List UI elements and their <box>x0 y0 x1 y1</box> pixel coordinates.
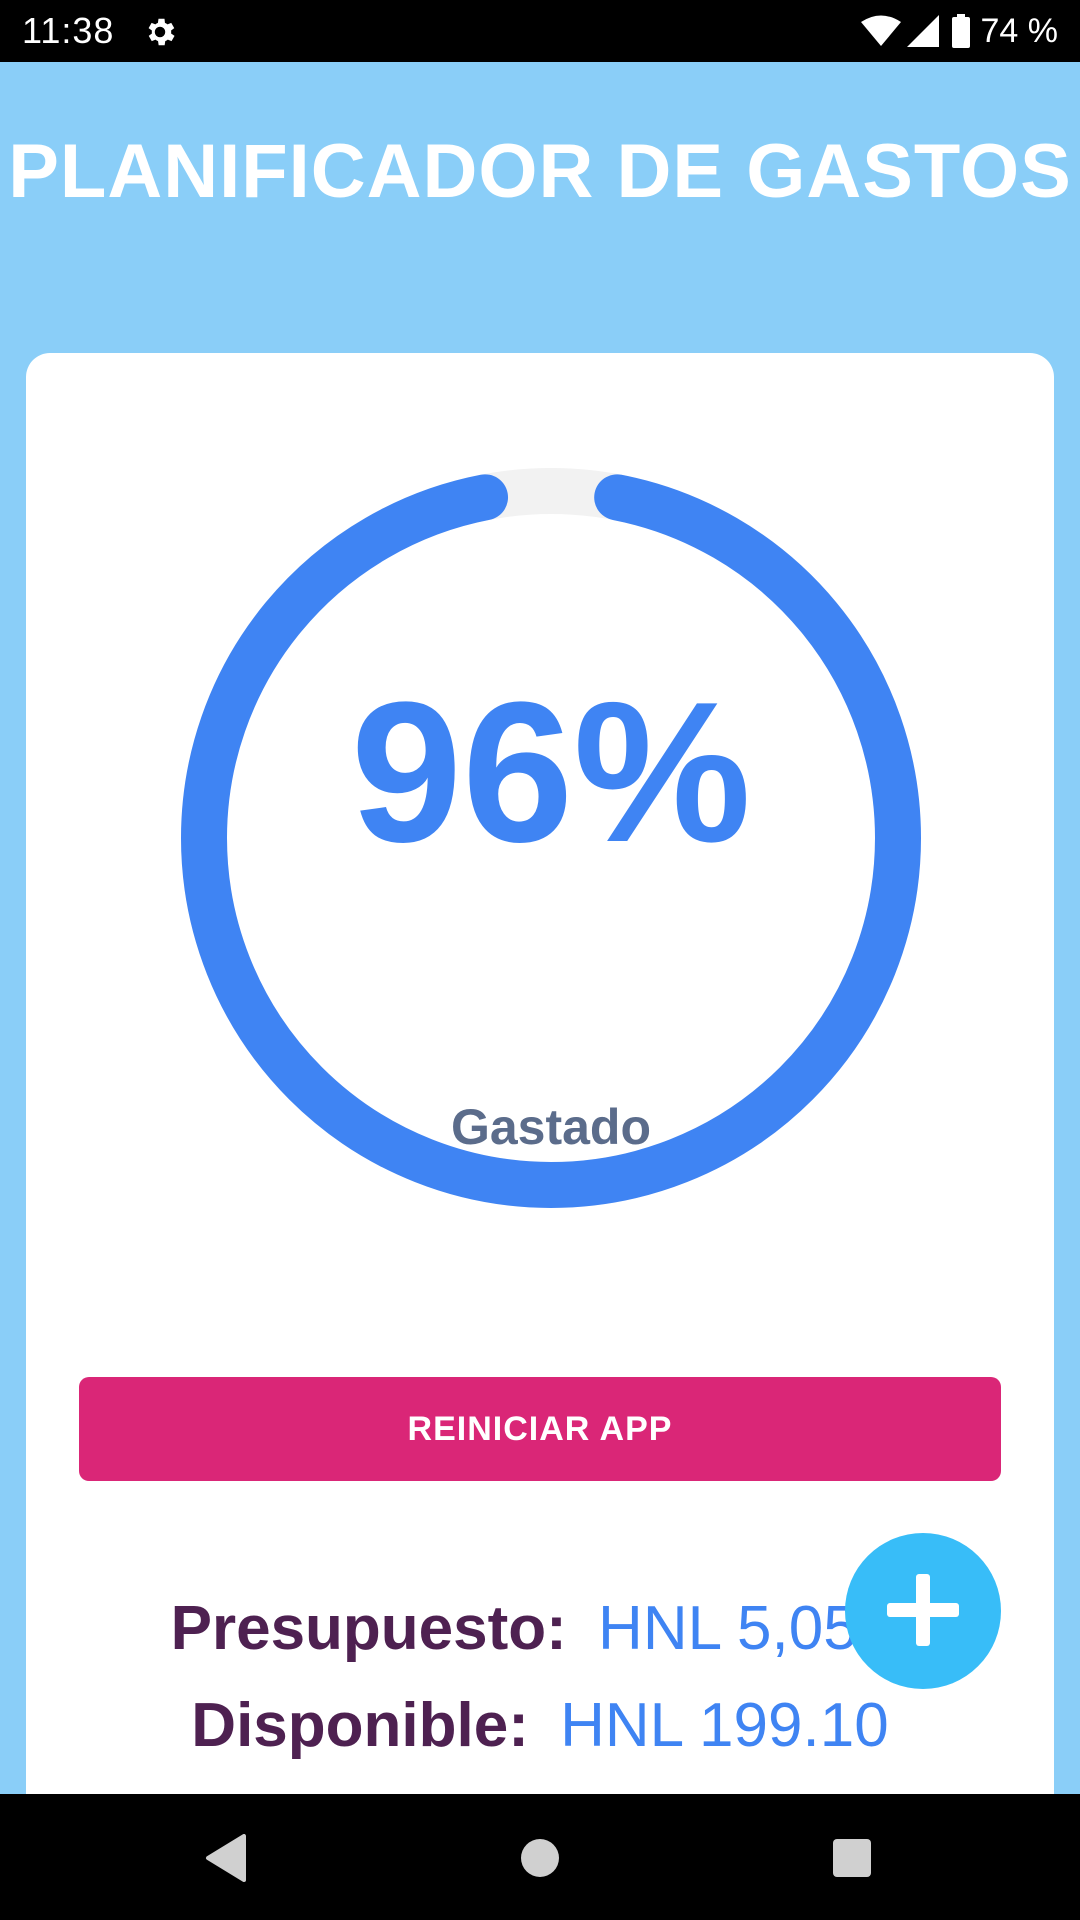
battery-icon <box>951 14 971 48</box>
settings-icon <box>142 14 178 50</box>
app-title: PLANIFICADOR DE GASTOS <box>8 129 1072 214</box>
battery-percent: 74 % <box>980 11 1059 50</box>
plus-icon <box>887 1573 959 1649</box>
available-label: Disponible: <box>191 1691 529 1760</box>
budget-label: Presupuesto: <box>170 1594 567 1663</box>
recent-apps-icon[interactable] <box>824 1830 880 1886</box>
available-value: HNL 199.10 <box>560 1691 889 1760</box>
status-bar: 11:38 74 % <box>0 0 1080 62</box>
navigation-bar <box>0 1794 1080 1920</box>
status-time: 11:38 <box>22 10 115 51</box>
reset-app-button[interactable]: REINICIAR APP <box>79 1377 1001 1481</box>
signal-icon <box>906 15 939 47</box>
back-icon[interactable] <box>198 1830 254 1886</box>
add-expense-button[interactable] <box>845 1533 1001 1689</box>
available-row: Disponible: HNL 199.10 <box>26 1690 1054 1761</box>
spent-label: Gastado <box>450 1099 652 1155</box>
home-icon[interactable] <box>512 1830 568 1886</box>
app-screen: 11:38 74 % PLANIFICADOR DE GASTOS 96% Ga… <box>0 0 1080 1920</box>
spent-progress-ring: 96% Gastado <box>171 458 931 1218</box>
status-indicators: 74 % <box>860 10 1059 52</box>
wifi-icon <box>860 15 901 47</box>
spent-percentage: 96% <box>350 661 752 884</box>
